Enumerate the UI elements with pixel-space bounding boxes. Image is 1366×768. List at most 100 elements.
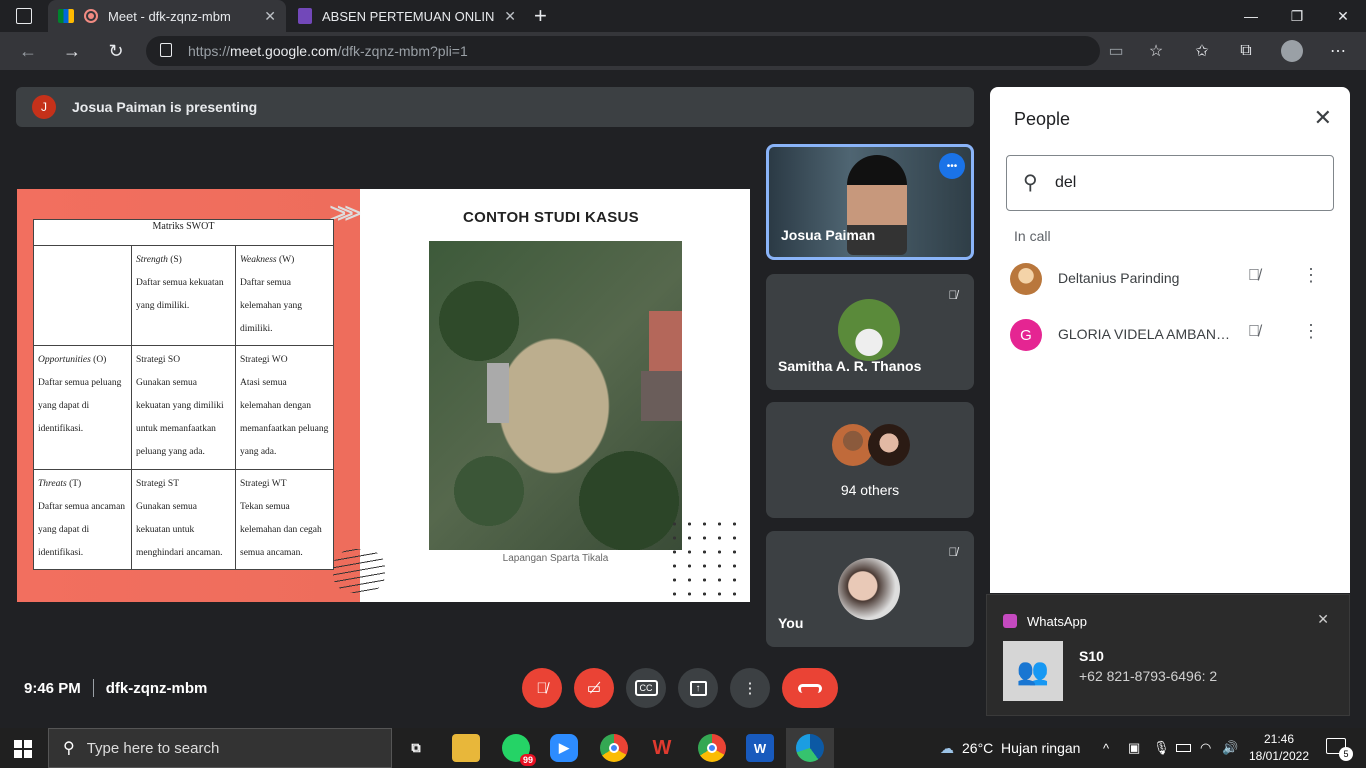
- favorites-icon[interactable]: ✩: [1188, 37, 1216, 65]
- mic-off-icon[interactable]: 🎙̸: [1248, 267, 1260, 285]
- participant-avatar: G: [1010, 319, 1042, 351]
- more-options-icon[interactable]: •••: [939, 153, 965, 179]
- minimize-button[interactable]: —: [1228, 0, 1274, 32]
- captions-icon: CC: [634, 680, 658, 696]
- people-title: People: [1014, 109, 1071, 129]
- swot-caption: Matriks SWOT: [33, 219, 334, 246]
- file-explorer-icon[interactable]: [452, 734, 480, 762]
- meet-tray-icon[interactable]: ▣: [1128, 728, 1140, 768]
- swot-weakness-cell: Weakness (W) Daftar semua kelemahan yang …: [235, 245, 334, 346]
- task-view-icon[interactable]: ⧉: [402, 734, 430, 762]
- microphone-tray-icon[interactable]: 🎙: [1153, 728, 1170, 768]
- lock-icon: [160, 43, 172, 57]
- taskbar-search-placeholder: Type here to search: [86, 739, 220, 757]
- tab-absen[interactable]: ABSEN PERTEMUAN ONLINE (18 ✕: [290, 0, 526, 32]
- battery-icon[interactable]: [1176, 728, 1191, 768]
- more-options-button[interactable]: ⋮: [730, 668, 770, 708]
- dot-grid-decoration-icon: [667, 517, 747, 597]
- whatsapp-badge: 99: [519, 754, 536, 766]
- swot-wt-cell: Strategi WT Tekan semua kelemahan dan ceg…: [235, 469, 334, 570]
- meeting-time: 9:46 PM: [24, 679, 81, 697]
- tray-chevron-icon[interactable]: ^: [1103, 728, 1109, 768]
- more-vert-icon[interactable]: ⋮: [1302, 265, 1320, 286]
- volume-icon[interactable]: 🔊: [1222, 728, 1238, 768]
- participant-avatar: [868, 424, 910, 466]
- tab-meet[interactable]: Meet - dfk-zqnz-mbm ✕: [48, 0, 286, 32]
- back-button[interactable]: ←: [14, 37, 42, 65]
- mic-off-icon[interactable]: 🎙̸: [1248, 323, 1260, 341]
- profile-avatar-icon[interactable]: [1278, 37, 1306, 65]
- in-call-heading: In call: [1014, 228, 1051, 244]
- settings-more-icon[interactable]: ⋯: [1324, 37, 1352, 65]
- chrome-profile-app-icon[interactable]: [698, 734, 726, 762]
- participant-name: Deltanius Parinding: [1058, 270, 1180, 286]
- wps-app-icon[interactable]: W: [648, 734, 676, 762]
- presenter-avatar: J: [32, 95, 56, 119]
- shared-screen: >>> Matriks SWOT Strength (S) Daftar semu…: [17, 189, 750, 602]
- notification-title: S10: [1079, 648, 1104, 664]
- close-tab-icon[interactable]: ✕: [504, 8, 516, 25]
- maximize-button[interactable]: ❐: [1274, 0, 1320, 32]
- recording-icon: [84, 9, 98, 23]
- search-icon: ⚲: [63, 740, 75, 757]
- close-tab-icon[interactable]: ✕: [264, 8, 276, 25]
- swot-threats-cell: Threats (T) Daftar semua ancaman yang dap…: [33, 469, 132, 570]
- tab-actions-icon[interactable]: [16, 8, 32, 24]
- notification-message: +62 821-8793-6496: 2: [1079, 668, 1218, 684]
- start-button[interactable]: [14, 740, 32, 758]
- end-call-button[interactable]: [782, 668, 838, 708]
- url-prefix: https://: [188, 43, 231, 59]
- more-vert-icon[interactable]: ⋮: [1302, 321, 1320, 342]
- notification-center-icon[interactable]: 5: [1326, 738, 1353, 761]
- people-search[interactable]: ⚲: [1006, 155, 1334, 211]
- others-count: 94 others: [840, 482, 900, 498]
- collections-icon[interactable]: ⧉: [1232, 37, 1260, 65]
- camera-in-use-icon[interactable]: ▭: [1102, 37, 1130, 65]
- close-window-button[interactable]: ✕: [1320, 0, 1366, 32]
- reload-button[interactable]: ↻: [102, 37, 130, 65]
- participant-avatar: [838, 299, 900, 361]
- url-field[interactable]: https://meet.google.com/dfk-zqnz-mbm?pli…: [146, 36, 1100, 66]
- forward-button[interactable]: →: [58, 37, 86, 65]
- mic-toggle-button[interactable]: 🎙̸: [522, 668, 562, 708]
- tile-you[interactable]: 🎙̸ You: [766, 531, 974, 647]
- captions-button[interactable]: CC: [626, 668, 666, 708]
- word-app-icon[interactable]: W: [746, 734, 774, 762]
- edge-app-active[interactable]: [786, 728, 834, 768]
- participant-row[interactable]: G GLORIA VIDELA AMBANAN 🎙̸ ⋮: [990, 307, 1350, 363]
- tile-presenter[interactable]: ••• Josua Paiman: [766, 144, 974, 260]
- tab-title: Meet - dfk-zqnz-mbm: [108, 8, 231, 24]
- tile-samitha[interactable]: 🎙̸ Samitha A. R. Thanos: [766, 274, 974, 390]
- cloud-rain-icon: ☁: [940, 739, 954, 756]
- clock[interactable]: 21:46 18/01/2022: [1248, 731, 1310, 765]
- aerial-photo: [429, 241, 682, 550]
- wifi-icon[interactable]: ◠: [1200, 728, 1211, 768]
- new-tab-button[interactable]: +: [534, 3, 547, 29]
- meet-favicon-icon: [58, 9, 74, 23]
- mic-off-icon: 🎙̸: [942, 541, 964, 563]
- present-screen-icon: ↑: [689, 680, 707, 696]
- add-favorite-icon[interactable]: ☆: [1142, 37, 1170, 65]
- camera-toggle-button[interactable]: ▭̸: [574, 668, 614, 708]
- chrome-app-icon[interactable]: [600, 734, 628, 762]
- taskbar-search[interactable]: ⚲ Type here to search: [48, 728, 392, 768]
- people-search-input[interactable]: [1055, 170, 1315, 196]
- swot-empty-cell: [33, 245, 132, 346]
- search-icon: ⚲: [1023, 172, 1038, 194]
- zoom-app-icon[interactable]: ▶: [550, 734, 578, 762]
- whatsapp-notification[interactable]: WhatsApp ✕ 👥 S10 +62 821-8793-6496: 2: [986, 594, 1350, 716]
- tile-others[interactable]: 94 others: [766, 402, 974, 518]
- slide-title: CONTOH STUDI KASUS: [463, 209, 639, 226]
- participant-row[interactable]: Deltanius Parinding 🎙̸ ⋮: [990, 251, 1350, 307]
- close-panel-icon[interactable]: ✕: [1314, 105, 1332, 131]
- weather-widget[interactable]: ☁ 26°C Hujan ringan: [940, 728, 1080, 768]
- whatsapp-app-icon[interactable]: 99: [502, 734, 536, 766]
- present-button[interactable]: ↑: [678, 668, 718, 708]
- swot-matrix: Matriks SWOT Strength (S) Daftar semua ke…: [33, 219, 334, 570]
- close-notification-icon[interactable]: ✕: [1317, 611, 1329, 628]
- url-path: /dfk-zqnz-mbm?pli=1: [337, 43, 468, 59]
- clock-date: 18/01/2022: [1248, 749, 1310, 763]
- phone-hangup-icon: [798, 683, 822, 693]
- edge-app-icon: [796, 734, 824, 762]
- swot-opportunities-cell: Opportunities (O) Daftar semua peluang ya…: [33, 345, 132, 470]
